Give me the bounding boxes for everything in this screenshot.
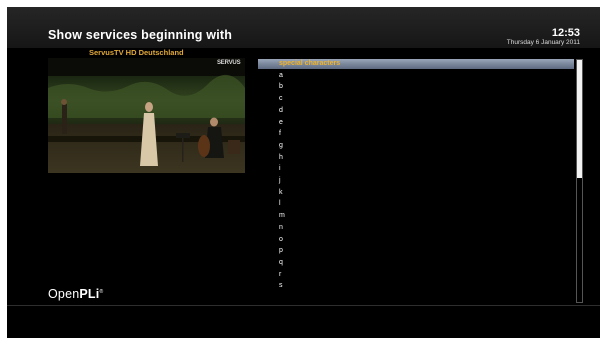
channel-name: ServusTV HD Deutschland bbox=[89, 48, 184, 57]
list-item[interactable]: h bbox=[258, 153, 574, 163]
letter-list[interactable]: special characters a b c d e f g h i j k l m n o p q r s bbox=[258, 59, 574, 303]
logo-bold: PLi bbox=[79, 287, 100, 301]
openpli-logo: OpenPLi® bbox=[48, 287, 103, 301]
list-item[interactable]: n bbox=[258, 223, 574, 233]
list-item[interactable]: o bbox=[258, 235, 574, 245]
list-item[interactable]: g bbox=[258, 141, 574, 151]
list-item[interactable]: b bbox=[258, 82, 574, 92]
list-item[interactable]: p bbox=[258, 246, 574, 256]
list-item[interactable]: j bbox=[258, 176, 574, 186]
list-item[interactable]: k bbox=[258, 188, 574, 198]
tv-screen: Show services beginning with 12:53 Thurs… bbox=[7, 7, 600, 338]
video-frame bbox=[48, 58, 245, 173]
clock: 12:53 bbox=[551, 27, 580, 39]
list-item[interactable]: e bbox=[258, 118, 574, 128]
list-item[interactable]: q bbox=[258, 258, 574, 268]
page-title: Show services beginning with bbox=[48, 28, 233, 42]
list-item[interactable]: d bbox=[258, 106, 574, 116]
date: Thursday 6 January 2011 bbox=[506, 39, 580, 46]
scrollbar-thumb[interactable] bbox=[577, 60, 582, 178]
logo-prefix: Open bbox=[48, 287, 80, 301]
list-item[interactable]: i bbox=[258, 164, 574, 174]
list-item[interactable]: special characters bbox=[258, 59, 574, 69]
logo-mark: ® bbox=[99, 288, 104, 295]
footer-divider bbox=[7, 305, 600, 306]
list-item[interactable]: m bbox=[258, 211, 574, 221]
list-item[interactable]: f bbox=[258, 129, 574, 139]
header-bar: Show services beginning with 12:53 Thurs… bbox=[7, 7, 600, 48]
list-item[interactable]: l bbox=[258, 199, 574, 209]
list-item[interactable]: s bbox=[258, 281, 574, 291]
list-item[interactable]: r bbox=[258, 270, 574, 280]
video-preview: SERVUS bbox=[48, 58, 245, 173]
list-item[interactable]: c bbox=[258, 94, 574, 104]
channel-logo: SERVUS bbox=[217, 60, 241, 66]
list-item[interactable]: a bbox=[258, 71, 574, 81]
